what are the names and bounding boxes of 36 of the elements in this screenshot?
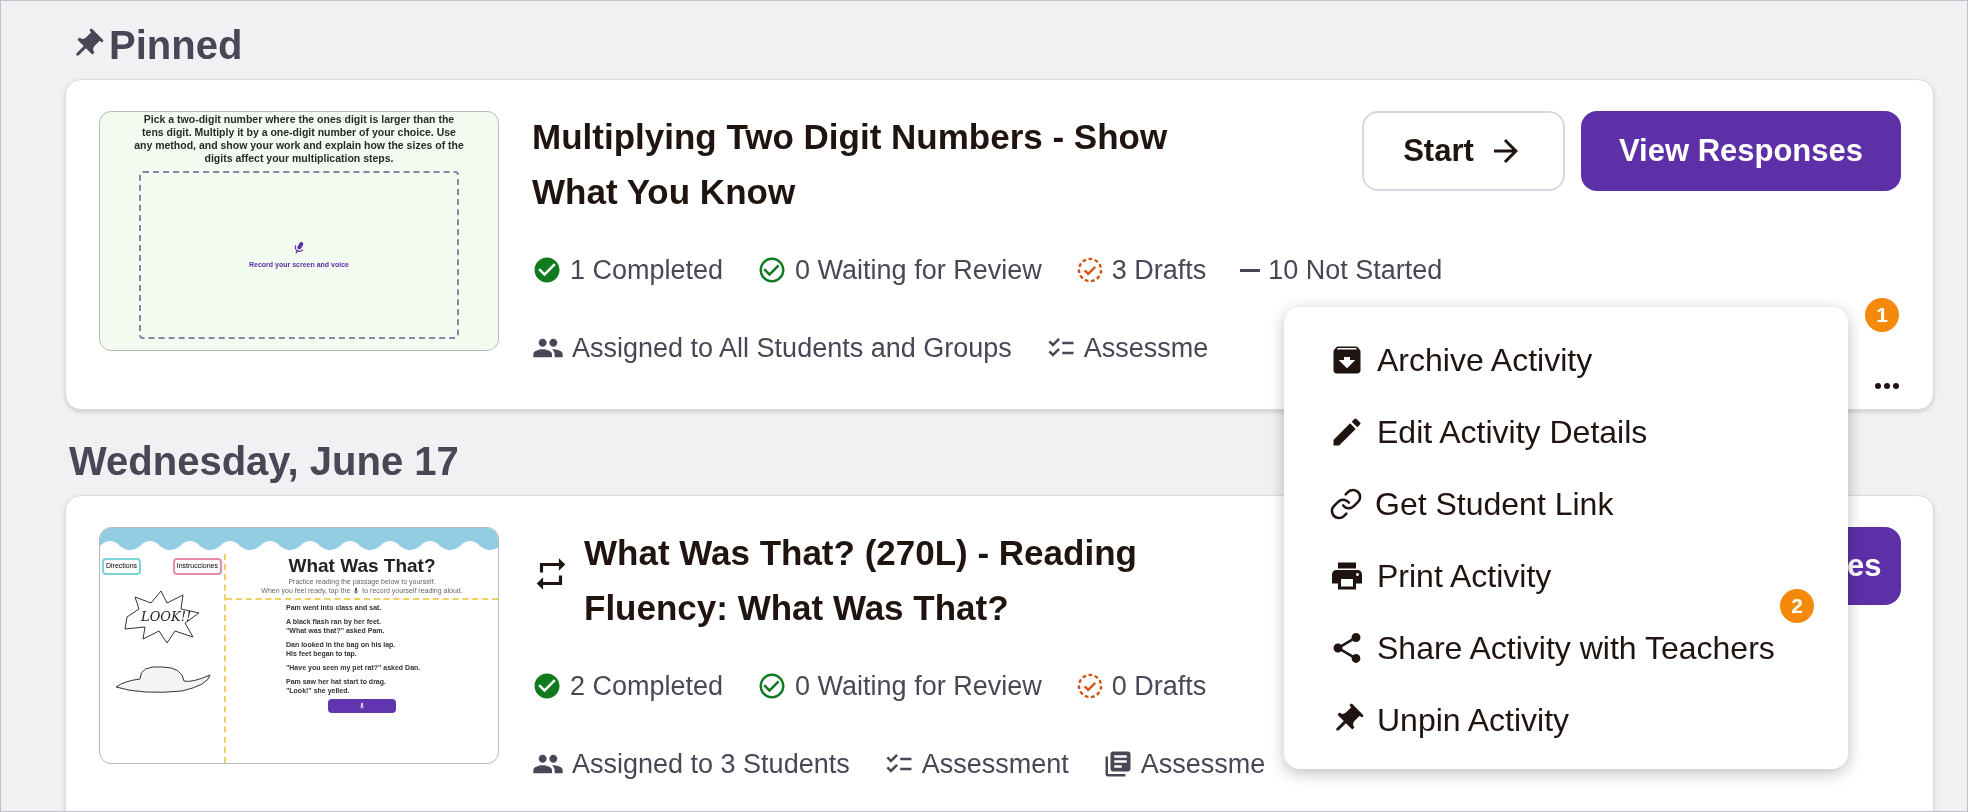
view-responses-button[interactable]: View Responses: [1581, 111, 1901, 191]
view-responses-button[interactable]: es: [1847, 527, 1901, 605]
prompt-text: Pick a two-digit number where the ones digit is larger than the tens digit. Multiply it by a one-digit number of your choice. Use any method, and show your work and explain how the sizes of the digits affect your multiplication steps.: [133, 113, 465, 165]
status-count: 0 Drafts: [1111, 669, 1207, 703]
status-count: 1 Completed: [570, 253, 724, 287]
start-button[interactable]: Start: [1362, 111, 1565, 191]
menu-item[interactable]: Get Student Link: [1329, 484, 1614, 524]
menu-item[interactable]: Edit Activity Details: [1329, 412, 1648, 452]
activity-detail: Assigned to All Students and Groups: [572, 331, 1012, 365]
activity-detail: Assessment: [921, 747, 1069, 781]
section-heading: Wednesday, June 17: [69, 438, 459, 485]
status-count: 2 Completed: [570, 669, 724, 703]
menu-item[interactable]: Archive Activity: [1329, 340, 1593, 380]
worksheet-title: What Was That?: [288, 555, 436, 577]
dash-icon: [1240, 268, 1261, 272]
status-count: 0 Waiting for Review: [795, 253, 1042, 287]
activity-detail: Assessme: [1083, 331, 1209, 365]
section-heading: Pinned: [109, 22, 243, 69]
activity-detail: Assessme: [1140, 747, 1266, 781]
status-count: 10 Not Started: [1268, 253, 1443, 287]
status-count: 3 Drafts: [1111, 253, 1207, 287]
activity-title[interactable]: What Was That? (270L) - Reading Fluency: What Was That?: [584, 525, 1284, 635]
status-count: 0 Waiting for Review: [795, 669, 1042, 703]
sound-word: LOOK!!: [141, 607, 192, 626]
menu-item[interactable]: Unpin Activity: [1329, 700, 1570, 740]
more-options-button[interactable]: [1875, 383, 1899, 389]
microphone-icon: [352, 586, 361, 595]
activity-title[interactable]: Multiplying Two Digit Numbers - Show What You Know: [532, 109, 1232, 219]
dashed-check-circle-icon: [1075, 672, 1104, 700]
menu-item[interactable]: Print Activity: [1329, 556, 1552, 596]
menu-item[interactable]: Share Activity with Teachers: [1329, 628, 1775, 668]
dashed-check-circle-icon: [1075, 256, 1104, 284]
more-icon: [1875, 383, 1899, 389]
activity-detail: Assigned to 3 Students: [572, 747, 850, 781]
link-icon: [1329, 487, 1363, 521]
microphone-icon: [358, 702, 366, 710]
